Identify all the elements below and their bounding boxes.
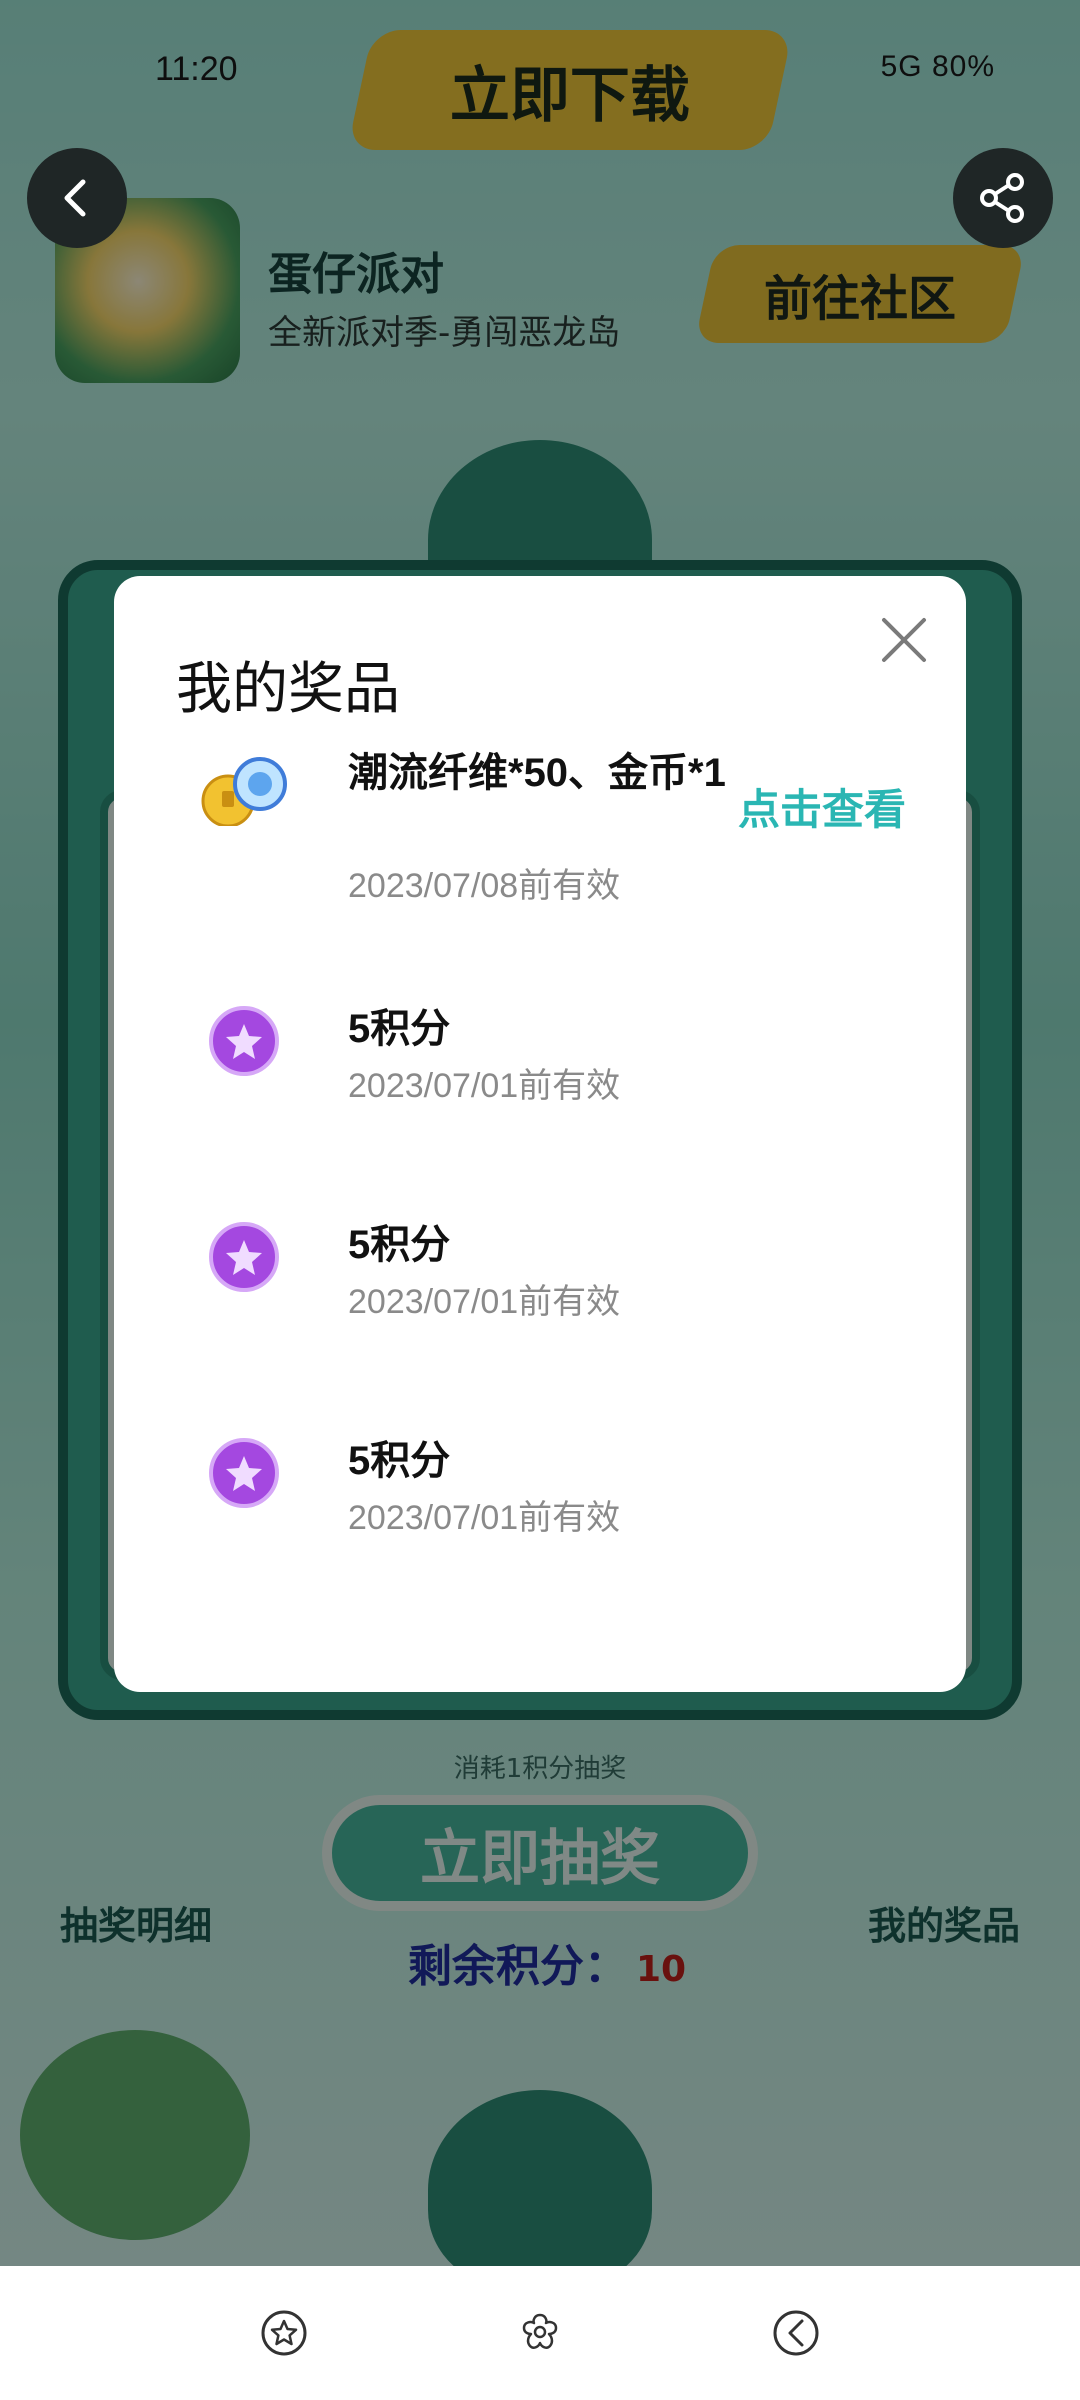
back-circle-icon [773,2310,819,2356]
prize-expiry: 2023/07/01前有效 [348,1283,621,1321]
dialog-title: 我的奖品 [176,657,400,720]
star-points-icon [194,996,294,1086]
nav-star-button[interactable] [260,2309,308,2357]
share-icon [980,173,1024,223]
prize-expiry: 2023/07/08前有效 [348,867,621,905]
prize-name: 5积分 [348,1007,451,1051]
prize-name: 5积分 [348,1223,451,1267]
close-icon [882,618,926,662]
prize-expiry: 2023/07/01前有效 [348,1067,621,1105]
coin-gem-icon [194,746,294,836]
star-points-icon [194,1428,294,1518]
my-prizes-dialog: 我的奖品 潮流纤维*50、金币*1 2023/07/08前有效 点击查看 5积分… [114,576,966,1692]
back-arrow-icon [64,179,86,217]
star-points-icon [194,1212,294,1302]
bottom-nav-bar [0,2266,1080,2400]
nav-home-button[interactable] [516,2309,564,2357]
flower-icon [522,2313,558,2349]
nav-back-button[interactable] [772,2309,820,2357]
prize-expiry: 2023/07/01前有效 [348,1499,621,1537]
view-prize-button[interactable]: 点击查看 [738,776,906,837]
back-button[interactable] [27,148,127,248]
close-button[interactable] [876,612,932,668]
star-icon [261,2310,307,2356]
share-button[interactable] [953,148,1053,248]
prize-name: 5积分 [348,1439,451,1483]
